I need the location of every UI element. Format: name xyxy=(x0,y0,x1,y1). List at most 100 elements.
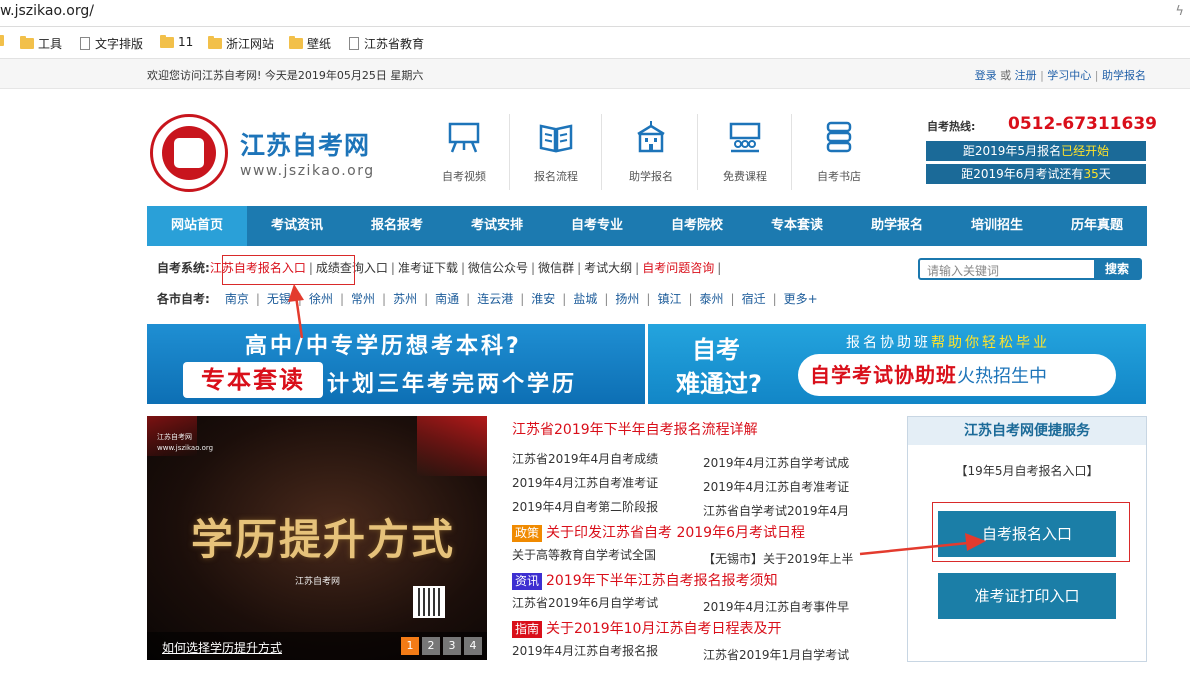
bookmark-typesetting[interactable]: 文字排版 xyxy=(80,35,143,52)
nav-home[interactable]: 网站首页 xyxy=(147,206,247,246)
blackboard-icon xyxy=(448,122,480,153)
bookmark-label: 文字排版 xyxy=(95,37,144,51)
logo-title[interactable]: 江苏自考网 xyxy=(240,126,370,162)
list-item: 政策 关于印发江苏省自考 2019年6月考试日程 xyxy=(512,522,902,542)
city-link[interactable]: 南通 xyxy=(435,292,459,306)
consultation-link[interactable]: 自考问题咨询 xyxy=(642,261,714,275)
quick-item-free-course[interactable]: 免费课程 xyxy=(707,120,783,184)
tagline-highlight: 帮助你轻松毕业 xyxy=(931,335,1050,351)
banner-badge: 专本套读 xyxy=(183,362,323,398)
news-link[interactable]: 江苏省2019年6月自学考试 xyxy=(512,594,703,611)
city-link[interactable]: 徐州 xyxy=(309,292,333,306)
news-link[interactable]: 江苏省2019年1月自学考试 xyxy=(703,648,849,662)
news-link[interactable]: 关于高等教育自学考试全国 xyxy=(512,546,703,563)
dual-degree-banner[interactable]: 高中/中专学历想考本科? 专本套读 计划三年考完两个学历 xyxy=(147,324,645,404)
lightning-icon[interactable]: ϟ xyxy=(1175,4,1184,19)
bookmark-jiangsu-edu[interactable]: 江苏省教育 xyxy=(349,35,424,52)
news-link[interactable]: 江苏省2019年4月自考成绩 xyxy=(512,450,703,467)
slide-page-2[interactable]: 2 xyxy=(422,637,440,655)
separator: | xyxy=(531,261,536,275)
qr-code-icon xyxy=(413,586,445,618)
news-link[interactable]: 江苏省自学考试2019年4月 xyxy=(703,504,849,518)
bookmark-partial[interactable] xyxy=(0,35,8,46)
quick-item-assist[interactable]: 助学报名 xyxy=(613,120,689,184)
login-link[interactable]: 登录 xyxy=(975,69,997,82)
assist-signup-link[interactable]: 助学报名 xyxy=(1102,69,1146,82)
city-link[interactable]: 泰州 xyxy=(700,292,724,306)
pill-title: 自学考试协助班 xyxy=(810,363,957,387)
banner-subline: 计划三年考完两个学历 xyxy=(327,372,578,397)
nav-dual-degree[interactable]: 专本套读 xyxy=(747,206,847,246)
banner-headline: 自考 xyxy=(692,336,740,364)
nav-past-papers[interactable]: 历年真题 xyxy=(1047,206,1147,246)
news-link[interactable]: 2019年4月江苏自考报名报 xyxy=(512,642,703,659)
slide-page-3[interactable]: 3 xyxy=(443,637,461,655)
site-logo-emblem[interactable] xyxy=(150,114,228,192)
hotline-label: 自考热线: xyxy=(927,120,976,133)
nav-majors[interactable]: 自考专业 xyxy=(547,206,647,246)
bookmark-tools[interactable]: 工具 xyxy=(20,35,62,52)
city-link[interactable]: 镇江 xyxy=(657,292,681,306)
bookmark-zhejiang[interactable]: 浙江网站 xyxy=(208,35,274,52)
city-link[interactable]: 淮安 xyxy=(531,292,555,306)
city-link[interactable]: 盐城 xyxy=(573,292,597,306)
news-link[interactable]: 2019年4月自考第二阶段报 xyxy=(512,498,703,515)
more-cities-link[interactable]: 更多+ xyxy=(784,292,818,306)
city-link[interactable]: 宿迁 xyxy=(742,292,766,306)
news-link[interactable]: 【无锡市】关于2019年上半 xyxy=(703,552,854,566)
city-link[interactable]: 常州 xyxy=(351,292,375,306)
search-button[interactable]: 搜索 xyxy=(1094,260,1140,278)
city-link[interactable]: 无锡 xyxy=(267,292,291,306)
nav-training[interactable]: 培训招生 xyxy=(947,206,1047,246)
news-link[interactable]: 关于2019年10月江苏自考日程表及开 xyxy=(546,621,781,637)
news-link[interactable]: 2019年4月江苏自考准考证 xyxy=(703,480,849,494)
register-link[interactable]: 注册 xyxy=(1015,69,1037,82)
wechat-group-link[interactable]: 微信群 xyxy=(538,261,574,275)
news-tag: 资讯 xyxy=(512,573,543,590)
bookmark-11[interactable]: 11 xyxy=(160,34,193,49)
quick-item-process[interactable]: 报名流程 xyxy=(518,120,594,184)
city-link[interactable]: 连云港 xyxy=(477,292,513,306)
syllabus-link[interactable]: 考试大纲 xyxy=(584,261,632,275)
admission-print-button[interactable]: 准考证打印入口 xyxy=(938,573,1116,619)
slide-page-1[interactable]: 1 xyxy=(401,637,419,655)
search-box[interactable]: 请输入关键词 搜索 xyxy=(918,258,1142,280)
separator: | xyxy=(577,261,582,275)
nav-exam-schedule[interactable]: 考试安排 xyxy=(447,206,547,246)
logo-url[interactable]: www.jszikao.org xyxy=(240,163,375,179)
quick-item-video[interactable]: 自考视频 xyxy=(426,120,502,184)
news-headline[interactable]: 江苏省2019年下半年自考报名流程详解 xyxy=(512,419,902,439)
wechat-account-link[interactable]: 微信公众号 xyxy=(468,261,528,275)
address-bar[interactable]: w.jszikao.org/ ϟ xyxy=(0,0,1190,27)
separator: | xyxy=(772,292,777,306)
news-link[interactable]: 2019年4月江苏自学考试成 xyxy=(703,456,849,470)
panel-title: 江苏自考网便捷服务 xyxy=(908,417,1146,445)
admission-ticket-link[interactable]: 准考证下载 xyxy=(398,261,458,275)
news-link[interactable]: 2019年下半年江苏自考报名报考须知 xyxy=(546,573,778,589)
news-link[interactable]: 2019年4月江苏自考事件早 xyxy=(703,600,849,614)
news-link[interactable]: 2019年4月江苏自考准考证 xyxy=(512,474,703,491)
nav-assist-signup[interactable]: 助学报名 xyxy=(847,206,947,246)
system-links-label: 自考系统: xyxy=(157,261,210,275)
nav-colleges[interactable]: 自考院校 xyxy=(647,206,747,246)
city-link[interactable]: 南京 xyxy=(225,292,249,306)
image-slideshow[interactable]: 江苏自考网 www.jszikao.org 学历提升方式 江苏自考网 如何选择学历… xyxy=(147,416,487,660)
url-text[interactable]: w.jszikao.org/ xyxy=(0,3,94,19)
banner-headline: 难通过? xyxy=(676,370,762,398)
nav-registration[interactable]: 报名报考 xyxy=(347,206,447,246)
assist-class-banner[interactable]: 自考 难通过? 报名协助班帮助你轻松毕业 自学考试协助班火热招生中 xyxy=(648,324,1146,404)
news-link[interactable]: 关于印发江苏省自考 2019年6月考试日程 xyxy=(546,525,805,541)
slide-caption[interactable]: 如何选择学历提升方式 xyxy=(162,639,282,656)
separator: | xyxy=(255,292,260,306)
folder-icon xyxy=(208,36,222,49)
nav-exam-news[interactable]: 考试资讯 xyxy=(247,206,347,246)
quick-item-bookstore[interactable]: 自考书店 xyxy=(801,120,877,184)
slide-calligraphy-title: 学历提升方式 xyxy=(191,515,456,564)
city-link[interactable]: 苏州 xyxy=(393,292,417,306)
bookmark-wallpaper[interactable]: 壁纸 xyxy=(289,35,331,52)
slide-page-4[interactable]: 4 xyxy=(464,637,482,655)
learning-center-link[interactable]: 学习中心 xyxy=(1047,69,1091,82)
quick-item-label: 自考视频 xyxy=(442,170,486,183)
search-input[interactable]: 请输入关键词 xyxy=(927,262,999,279)
city-link[interactable]: 扬州 xyxy=(615,292,639,306)
